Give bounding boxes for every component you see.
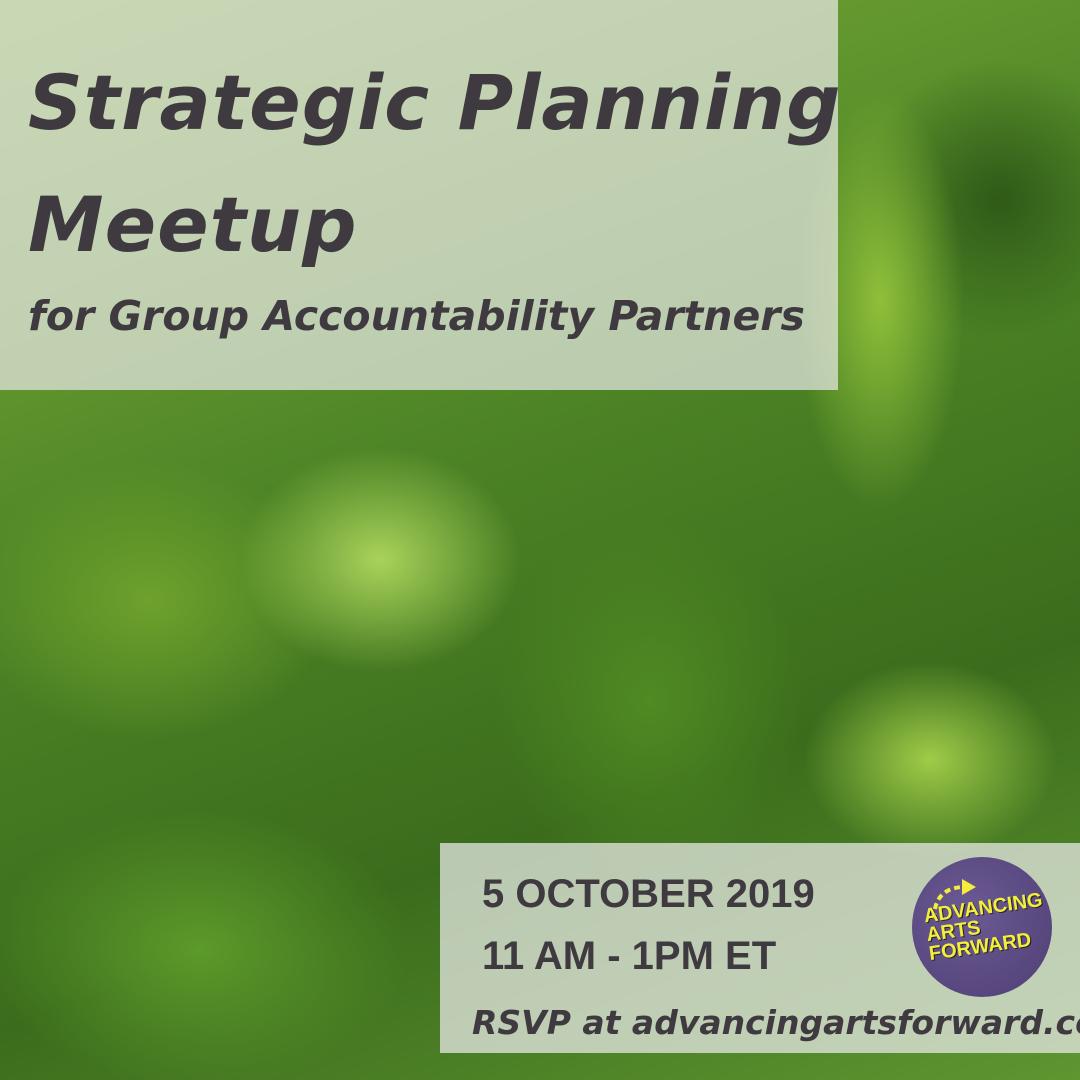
advancing-arts-forward-logo: ADVANCING ARTS FORWARD bbox=[912, 857, 1052, 997]
event-title-line2: Meetup bbox=[28, 180, 358, 269]
event-title-line1: Strategic Planning bbox=[28, 58, 842, 147]
rsvp-link[interactable]: RSVP at advancingartsforward.com bbox=[472, 1003, 1080, 1042]
event-date: 5 OCTOBER 2019 bbox=[482, 872, 815, 916]
event-subtitle: for Group Accountability Partners bbox=[28, 292, 805, 340]
event-time: 11 AM - 1PM ET bbox=[482, 934, 777, 978]
